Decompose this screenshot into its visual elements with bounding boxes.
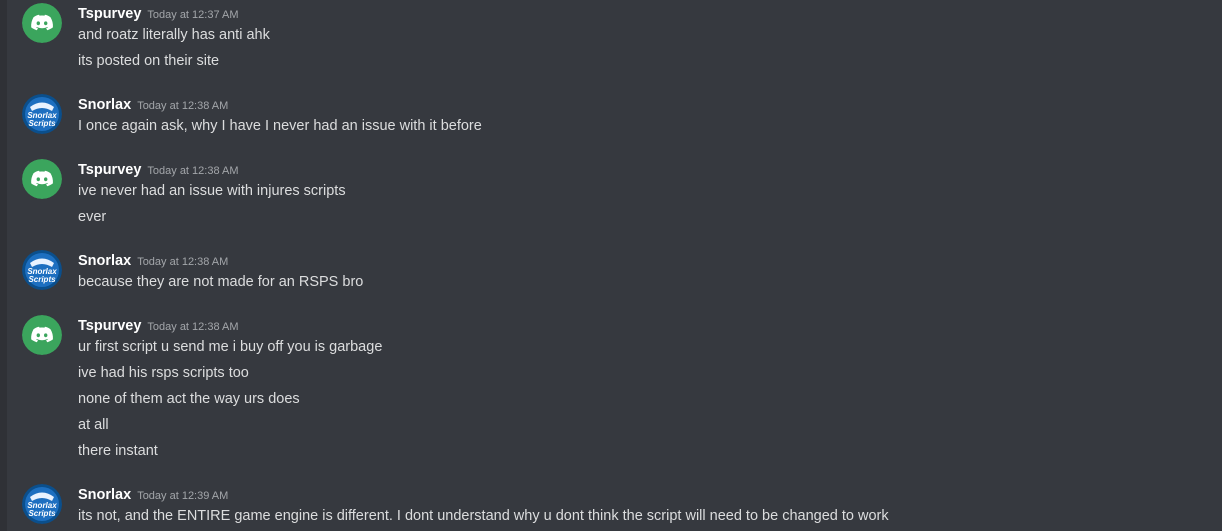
username[interactable]: Snorlax <box>78 253 131 269</box>
snorlax-scripts-avatar-icon[interactable]: Snorlax Scripts <box>22 250 62 290</box>
message-line: its not, and the ENTIRE game engine is d… <box>78 508 889 524</box>
username[interactable]: Tspurvey <box>78 6 141 22</box>
message-header: Tspurvey Today at 12:38 AM <box>78 315 239 337</box>
message-line: there instant <box>78 443 158 459</box>
timestamp: Today at 12:37 AM <box>147 9 239 21</box>
message-list: Tspurvey Today at 12:37 AM and roatz lite… <box>7 0 1222 531</box>
message-header: Snorlax Today at 12:38 AM <box>78 94 228 116</box>
timestamp: Today at 12:38 AM <box>137 256 229 268</box>
discord-default-avatar-icon[interactable] <box>22 315 62 355</box>
message-line: its posted on their site <box>78 53 220 69</box>
left-border <box>0 0 7 531</box>
timestamp: Today at 12:38 AM <box>147 321 239 333</box>
timestamp: Today at 12:38 AM <box>147 165 239 177</box>
username[interactable]: Snorlax <box>78 487 131 503</box>
message-header: Snorlax Today at 12:39 AM <box>78 484 228 506</box>
username[interactable]: Snorlax <box>78 97 131 113</box>
message-header: Snorlax Today at 12:38 AM <box>78 250 228 272</box>
message-line: none of them act the way urs does <box>78 391 300 407</box>
message-line: I once again ask, why I have I never had… <box>78 118 482 134</box>
message-line: ive had his rsps scripts too <box>78 365 249 381</box>
message-line: ever <box>78 209 107 225</box>
message-line: and roatz literally has anti ahk <box>78 27 270 43</box>
avatar-text: Scripts <box>28 509 56 518</box>
message-line: ive never had an issue with injures scri… <box>78 183 346 199</box>
username[interactable]: Tspurvey <box>78 318 141 334</box>
message-header: Tspurvey Today at 12:38 AM <box>78 159 239 181</box>
message-line: at all <box>78 417 109 433</box>
snorlax-scripts-avatar-icon[interactable]: Snorlax Scripts <box>22 94 62 134</box>
timestamp: Today at 12:38 AM <box>137 100 229 112</box>
snorlax-scripts-avatar-icon[interactable]: Snorlax Scripts <box>22 484 62 524</box>
avatar-text: Scripts <box>28 275 56 284</box>
discord-default-avatar-icon[interactable] <box>22 159 62 199</box>
username[interactable]: Tspurvey <box>78 162 141 178</box>
message-line: because they are not made for an RSPS br… <box>78 274 364 290</box>
message-line: ur first script u send me i buy off you … <box>78 339 383 355</box>
timestamp: Today at 12:39 AM <box>137 490 229 502</box>
discord-default-avatar-icon[interactable] <box>22 3 62 43</box>
avatar-text: Scripts <box>28 119 56 128</box>
message-header: Tspurvey Today at 12:37 AM <box>78 3 239 25</box>
